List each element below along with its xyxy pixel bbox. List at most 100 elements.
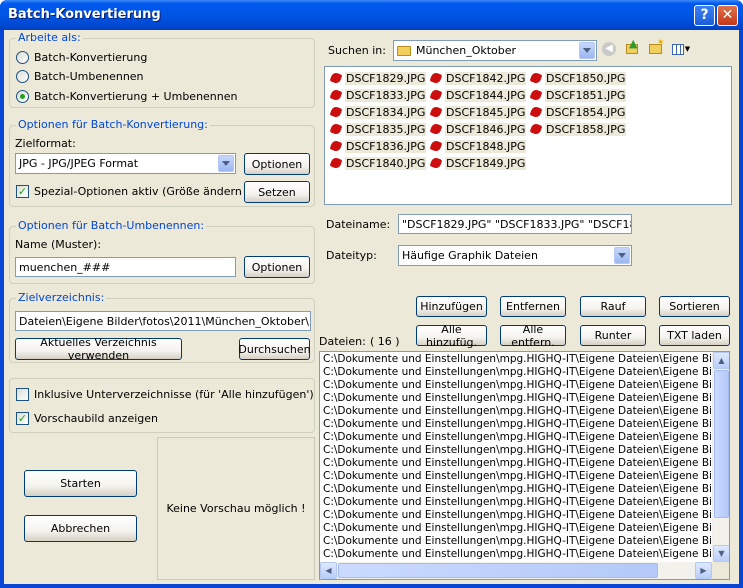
jpg-file-icon	[429, 105, 443, 119]
view-menu-icon[interactable]: ▼	[669, 40, 693, 58]
files-listbox[interactable]: C:\Dokumente und Einstellungen\mpg.HIGHQ…	[319, 351, 730, 580]
set-button[interactable]: Setzen	[244, 181, 310, 203]
horizontal-scroll-thumb[interactable]	[338, 563, 658, 578]
list-item[interactable]: C:\Dokumente und Einstellungen\mpg.HIGHQ…	[323, 457, 729, 469]
list-item[interactable]: C:\Dokumente und Einstellungen\mpg.HIGHQ…	[323, 366, 729, 378]
scroll-up-button[interactable]: ▲	[713, 352, 729, 369]
file-item[interactable]: DSCF1848.JPG	[429, 138, 527, 154]
file-item[interactable]: DSCF1851.JPG	[529, 87, 627, 103]
list-item[interactable]: C:\Dokumente und Einstellungen\mpg.HIGHQ…	[323, 405, 729, 417]
start-button[interactable]: Starten	[24, 470, 137, 497]
file-item[interactable]: DSCF1836.JPG	[329, 138, 427, 154]
chevron-down-icon[interactable]	[579, 42, 595, 59]
mode-radio-convert[interactable]	[16, 51, 29, 64]
pattern-input[interactable]: muenchen_###	[15, 257, 236, 277]
convert-options-group: Optionen für Batch-Konvertierung: Zielfo…	[9, 118, 315, 207]
add-all-button[interactable]: Alle hinzufüg.	[416, 323, 487, 349]
mode-radio-rename[interactable]	[16, 70, 29, 83]
list-item[interactable]: C:\Dokumente und Einstellungen\mpg.HIGHQ…	[323, 470, 729, 482]
browse-button[interactable]: Durchsuchen	[238, 338, 311, 360]
use-current-dir-button[interactable]: Aktuelles Verzeichnis verwenden	[15, 336, 182, 362]
jpg-file-icon	[329, 71, 343, 85]
back-arrow-icon[interactable]: ◀	[600, 40, 618, 58]
preview-checkbox-label[interactable]: Vorschaubild anzeigen	[34, 412, 158, 425]
chevron-down-icon[interactable]	[218, 155, 234, 172]
file-item[interactable]: DSCF1844.JPG	[429, 87, 527, 103]
jpg-file-icon	[529, 105, 543, 119]
format-combo[interactable]: JPG - JPG/JPEG Format	[15, 153, 236, 174]
help-button[interactable]: ?	[694, 5, 715, 26]
search-in-label: Suchen in:	[328, 44, 386, 57]
file-item[interactable]: DSCF1845.JPG	[429, 104, 527, 120]
filename-value: "DSCF1829.JPG" "DSCF1833.JPG" "DSCF183	[402, 217, 632, 231]
list-item[interactable]: C:\Dokumente und Einstellungen\mpg.HIGHQ…	[323, 496, 729, 508]
add-button[interactable]: Hinzufügen	[416, 296, 487, 317]
mode-label-rename[interactable]: Batch-Umbenennen	[34, 70, 144, 83]
scroll-right-button[interactable]: ▶	[695, 562, 712, 579]
list-item[interactable]: C:\Dokumente und Einstellungen\mpg.HIGHQ…	[323, 353, 729, 365]
list-item[interactable]: C:\Dokumente und Einstellungen\mpg.HIGHQ…	[323, 535, 729, 547]
format-label: Zielformat:	[15, 137, 76, 150]
scroll-down-button[interactable]: ▼	[713, 545, 729, 562]
move-down-button[interactable]: Runter	[580, 325, 646, 346]
file-item[interactable]: DSCF1840.JPG	[329, 155, 427, 171]
sort-button[interactable]: Sortieren	[659, 296, 730, 317]
file-item[interactable]: DSCF1829.JPG	[329, 70, 427, 86]
file-item[interactable]: DSCF1849.JPG	[429, 155, 527, 171]
jpg-file-icon	[529, 88, 543, 102]
title-bar[interactable]: Batch-Konvertierung ? ✕	[0, 0, 743, 30]
load-txt-button[interactable]: TXT laden	[659, 325, 730, 346]
move-up-button[interactable]: Rauf	[580, 296, 646, 317]
new-folder-icon[interactable]: ✶	[646, 38, 665, 58]
file-browser-list[interactable]: DSCF1829.JPG DSCF1833.JPG DSCF1834.JPG D…	[324, 66, 732, 205]
file-item[interactable]: DSCF1854.JPG	[529, 104, 627, 120]
file-item[interactable]: DSCF1850.JPG	[529, 70, 627, 86]
subdirs-checkbox[interactable]	[16, 388, 29, 401]
scroll-corner	[712, 562, 729, 579]
jpg-file-icon	[429, 71, 443, 85]
convert-options-button[interactable]: Optionen	[244, 153, 310, 175]
mode-label-convert-rename[interactable]: Batch-Konvertierung + Umbenennen	[34, 90, 238, 103]
list-item[interactable]: C:\Dokumente und Einstellungen\mpg.HIGHQ…	[323, 431, 729, 443]
special-options-checkbox[interactable]: ✓	[16, 185, 29, 198]
list-item[interactable]: C:\Dokumente und Einstellungen\mpg.HIGHQ…	[323, 522, 729, 534]
mode-label-convert[interactable]: Batch-Konvertierung	[34, 51, 147, 64]
subdirs-label[interactable]: Inklusive Unterverzeichnisse (für 'Alle …	[34, 388, 314, 401]
file-item[interactable]: DSCF1858.JPG	[529, 121, 627, 137]
file-item[interactable]: DSCF1846.JPG	[429, 121, 527, 137]
list-item[interactable]: C:\Dokumente und Einstellungen\mpg.HIGHQ…	[323, 548, 729, 560]
pattern-value: muenchen_###	[19, 260, 111, 274]
vertical-scrollbar[interactable]: ▲ ▼	[712, 352, 729, 562]
folder-value: München_Oktober	[416, 44, 517, 57]
file-item[interactable]: DSCF1842.JPG	[429, 70, 527, 86]
cancel-button[interactable]: Abbrechen	[24, 515, 137, 542]
remove-button[interactable]: Entfernen	[500, 296, 566, 317]
rename-options-button[interactable]: Optionen	[244, 256, 310, 278]
list-item[interactable]: C:\Dokumente und Einstellungen\mpg.HIGHQ…	[323, 444, 729, 456]
scroll-left-button[interactable]: ◀	[320, 562, 337, 579]
target-path-value: Dateien\Eigene Bilder\fotos\2011\München…	[19, 314, 309, 328]
convert-legend: Optionen für Batch-Konvertierung:	[16, 118, 210, 131]
file-item[interactable]: DSCF1833.JPG	[329, 87, 427, 103]
list-item[interactable]: C:\Dokumente und Einstellungen\mpg.HIGHQ…	[323, 509, 729, 521]
target-path-input[interactable]: Dateien\Eigene Bilder\fotos\2011\München…	[15, 311, 311, 331]
mode-group: Arbeite als: Batch-Konvertierung Batch-U…	[9, 31, 315, 108]
preview-checkbox[interactable]: ✓	[16, 412, 29, 425]
list-item[interactable]: C:\Dokumente und Einstellungen\mpg.HIGHQ…	[323, 418, 729, 430]
close-button[interactable]: ✕	[717, 5, 738, 26]
file-item[interactable]: DSCF1835.JPG	[329, 121, 427, 137]
folder-combo[interactable]: München_Oktober	[393, 40, 597, 61]
list-item[interactable]: C:\Dokumente und Einstellungen\mpg.HIGHQ…	[323, 379, 729, 391]
filename-input[interactable]: "DSCF1829.JPG" "DSCF1833.JPG" "DSCF183	[398, 214, 632, 234]
file-item[interactable]: DSCF1834.JPG	[329, 104, 427, 120]
chevron-down-icon[interactable]	[614, 247, 630, 264]
remove-all-button[interactable]: Alle entfern.	[500, 323, 566, 349]
list-item[interactable]: C:\Dokumente und Einstellungen\mpg.HIGHQ…	[323, 392, 729, 404]
special-options-label[interactable]: Spezial-Optionen aktiv (Größe ändern etc…	[34, 185, 270, 198]
filetype-combo[interactable]: Häufige Graphik Dateien	[398, 245, 632, 266]
list-item[interactable]: C:\Dokumente und Einstellungen\mpg.HIGHQ…	[323, 483, 729, 495]
horizontal-scrollbar[interactable]: ◀ ▶	[320, 562, 712, 579]
folder-up-icon[interactable]: ▲	[623, 38, 641, 58]
mode-radio-convert-rename[interactable]	[16, 90, 29, 103]
vertical-scroll-thumb[interactable]	[714, 370, 729, 518]
